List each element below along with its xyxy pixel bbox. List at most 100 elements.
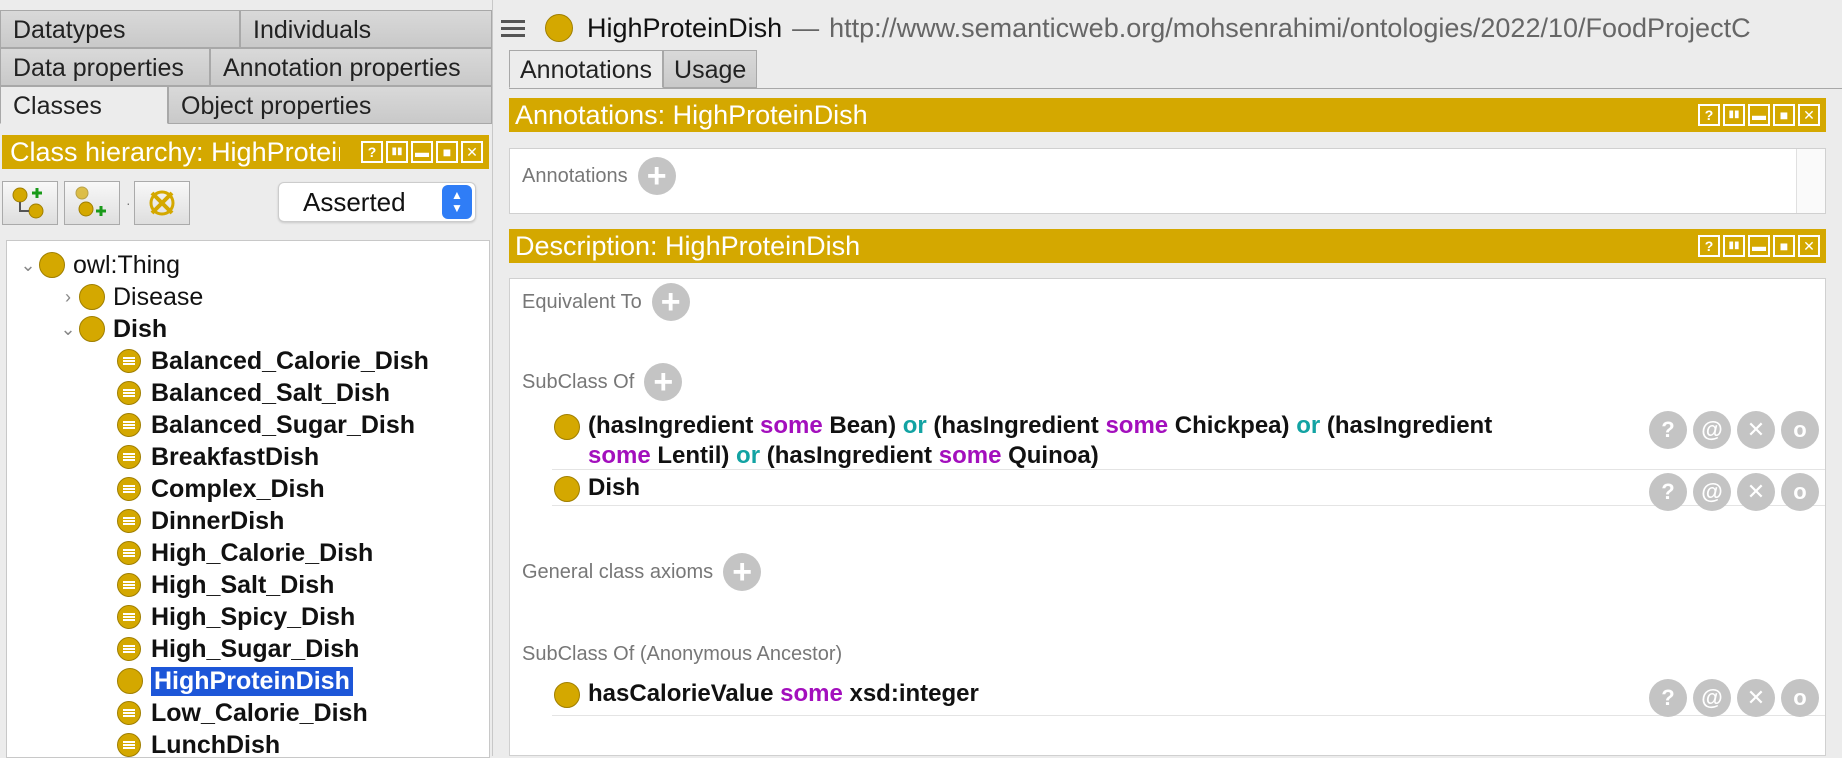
expander-icon[interactable]: ⌄ bbox=[57, 319, 79, 340]
tab-individuals[interactable]: Individuals bbox=[240, 10, 492, 48]
tree-node[interactable]: DinnerDish bbox=[91, 505, 284, 537]
expression-line: hasCalorieValue some xsd:integer bbox=[588, 679, 979, 709]
tab-annotations[interactable]: Annotations bbox=[509, 50, 663, 88]
add-general-axiom-button[interactable]: + bbox=[723, 553, 761, 591]
axiom-row[interactable]: (hasIngredient some Bean) or (hasIngredi… bbox=[552, 407, 1825, 470]
menu-icon[interactable] bbox=[501, 16, 525, 41]
tree-node[interactable]: Complex_Dish bbox=[91, 473, 325, 505]
delete-class-button[interactable] bbox=[134, 181, 190, 225]
tree-node-label: owl:Thing bbox=[73, 251, 180, 280]
view-buttons: ? ▮▮ ▬ ■ ✕ bbox=[361, 141, 489, 163]
class-icon bbox=[554, 682, 580, 708]
defined-class-icon bbox=[117, 509, 141, 533]
axiom-row[interactable]: hasCalorieValue some xsd:integer?@✕o bbox=[552, 675, 1825, 716]
keyword: some bbox=[760, 412, 823, 439]
minimize-icon[interactable]: ▬ bbox=[1748, 235, 1770, 257]
add-sibling-button[interactable] bbox=[64, 181, 120, 225]
defined-class-icon bbox=[117, 477, 141, 501]
tab-classes[interactable]: Classes bbox=[0, 86, 168, 124]
class-icon bbox=[545, 14, 573, 42]
delete-icon[interactable]: ✕ bbox=[1737, 679, 1775, 717]
hierarchy-mode-select[interactable]: Asserted ▲▼ bbox=[278, 182, 476, 222]
explain-icon[interactable]: ? bbox=[1649, 411, 1687, 449]
split-icon[interactable]: ▮▮ bbox=[1723, 235, 1745, 257]
edit-icon[interactable]: o bbox=[1781, 411, 1819, 449]
annotate-icon[interactable]: @ bbox=[1693, 411, 1731, 449]
tree-node[interactable]: ›Disease bbox=[57, 281, 203, 313]
close-icon[interactable]: ✕ bbox=[1798, 235, 1820, 257]
split-icon[interactable]: ▮▮ bbox=[1723, 104, 1745, 126]
tab-object-properties[interactable]: Object properties bbox=[168, 86, 492, 124]
expression-token: (hasIngredient bbox=[760, 442, 939, 469]
delete-icon[interactable]: ✕ bbox=[1737, 473, 1775, 511]
class-tree: ⌄ owl:Thing›Disease⌄DishBalanced_Calorie_… bbox=[6, 240, 490, 758]
explain-icon[interactable]: ? bbox=[1649, 473, 1687, 511]
axiom-row[interactable]: Dish?@✕o bbox=[552, 469, 1825, 506]
tree-node-label: Low_Calorie_Dish bbox=[151, 699, 368, 728]
add-sibling-icon bbox=[72, 185, 112, 221]
add-subclass-button[interactable] bbox=[2, 181, 58, 225]
tree-node[interactable]: High_Sugar_Dish bbox=[91, 633, 359, 665]
description-header: Description: HighProteinDish ? ▮▮ ▬ ■ ✕ bbox=[509, 229, 1826, 263]
defined-class-icon bbox=[117, 381, 141, 405]
entity-iri: http://www.semanticweb.org/mohsenrahimi/… bbox=[829, 13, 1750, 44]
tree-node[interactable]: High_Calorie_Dish bbox=[91, 537, 373, 569]
tree-node-label: High_Spicy_Dish bbox=[151, 603, 355, 632]
defined-class-icon bbox=[117, 541, 141, 565]
general-axioms-label: General class axioms bbox=[522, 561, 713, 584]
tree-node[interactable]: HighProteinDish bbox=[91, 665, 353, 697]
tree-node-label: Complex_Dish bbox=[151, 475, 325, 504]
close-icon[interactable]: ✕ bbox=[1798, 104, 1820, 126]
tree-node[interactable]: ⌄ owl:Thing bbox=[17, 249, 180, 281]
tree-node[interactable]: High_Salt_Dish bbox=[91, 569, 334, 601]
maximize-icon[interactable]: ■ bbox=[1773, 104, 1795, 126]
help-icon[interactable]: ? bbox=[1698, 235, 1720, 257]
maximize-icon[interactable]: ■ bbox=[1773, 235, 1795, 257]
class-expression: hasCalorieValue some xsd:integer bbox=[588, 679, 979, 709]
keyword: some bbox=[588, 442, 651, 469]
help-icon[interactable]: ? bbox=[1698, 104, 1720, 126]
class-hierarchy-header: Class hierarchy: HighProteinDish ? ▮▮ ▬ … bbox=[2, 135, 489, 169]
tree-node-label: Balanced_Calorie_Dish bbox=[151, 347, 429, 376]
tree-node[interactable]: Balanced_Salt_Dish bbox=[91, 377, 390, 409]
tree-node[interactable]: Balanced_Sugar_Dish bbox=[91, 409, 415, 441]
maximize-icon[interactable]: ■ bbox=[436, 141, 458, 163]
close-icon[interactable]: ✕ bbox=[461, 141, 483, 163]
add-equivalent-button[interactable]: + bbox=[652, 283, 690, 321]
description-panel: Equivalent To + SubClass Of + (hasIngred… bbox=[509, 278, 1826, 756]
tree-node[interactable]: ⌄Dish bbox=[57, 313, 167, 345]
add-annotation-button[interactable]: + bbox=[638, 157, 676, 195]
explain-icon[interactable]: ? bbox=[1649, 679, 1687, 717]
help-icon[interactable]: ? bbox=[361, 141, 383, 163]
tree-node[interactable]: High_Spicy_Dish bbox=[91, 601, 355, 633]
tree-node[interactable]: LunchDish bbox=[91, 729, 280, 758]
annotate-icon[interactable]: @ bbox=[1693, 473, 1731, 511]
expression-line: some Lentil) or (hasIngredient some Quin… bbox=[588, 441, 1492, 471]
expression-line: (hasIngredient some Bean) or (hasIngredi… bbox=[588, 411, 1492, 441]
expander-icon[interactable]: ⌄ bbox=[17, 255, 39, 276]
expander-icon[interactable]: › bbox=[57, 287, 79, 308]
edit-icon[interactable]: o bbox=[1781, 679, 1819, 717]
tree-node[interactable]: BreakfastDish bbox=[91, 441, 319, 473]
description-title: Description: HighProteinDish bbox=[509, 231, 860, 262]
tab-usage[interactable]: Usage bbox=[663, 50, 757, 88]
minimize-icon[interactable]: ▬ bbox=[1748, 104, 1770, 126]
defined-class-icon bbox=[117, 349, 141, 373]
tab-datatypes[interactable]: Datatypes bbox=[0, 10, 240, 48]
edit-icon[interactable]: o bbox=[1781, 473, 1819, 511]
add-superclass-button[interactable]: + bbox=[644, 363, 682, 401]
tab-data-properties[interactable]: Data properties bbox=[0, 48, 210, 86]
left-panel: Datatypes Individuals Data properties An… bbox=[0, 0, 493, 756]
expression-token: hasCalorieValue bbox=[588, 680, 780, 707]
split-icon[interactable]: ▮▮ bbox=[386, 141, 408, 163]
annotate-icon[interactable]: @ bbox=[1693, 679, 1731, 717]
tab-annotation-properties[interactable]: Annotation properties bbox=[210, 48, 492, 86]
annotations-scrollbar[interactable] bbox=[1796, 149, 1825, 213]
tree-node-label: Balanced_Salt_Dish bbox=[151, 379, 390, 408]
right-panel: HighProteinDish — http://www.semanticweb… bbox=[493, 0, 1842, 756]
delete-icon[interactable]: ✕ bbox=[1737, 411, 1775, 449]
minimize-icon[interactable]: ▬ bbox=[411, 141, 433, 163]
tree-node[interactable]: Low_Calorie_Dish bbox=[91, 697, 368, 729]
tree-node[interactable]: Balanced_Calorie_Dish bbox=[91, 345, 429, 377]
tab-row-1: Datatypes Individuals bbox=[0, 10, 492, 48]
